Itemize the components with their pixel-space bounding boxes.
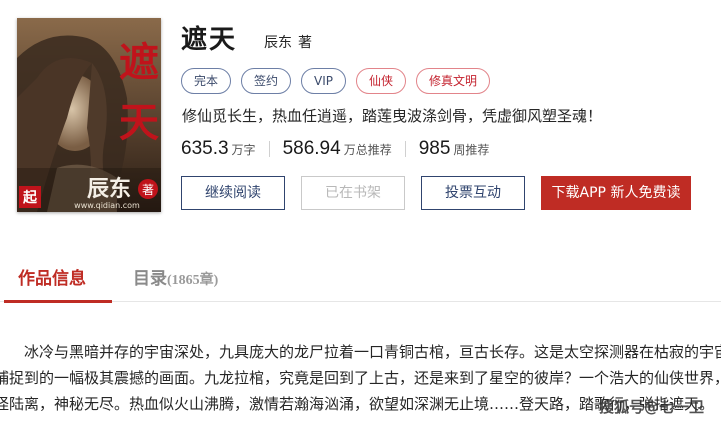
tag-vip: VIP <box>301 68 347 94</box>
description-line: 冰冷与黑暗并存的宇宙深处，九具庞大的龙尸拉着一口青铜古棺，亘古长存。这是太空探测… <box>0 343 721 361</box>
tab-bar: 作品信息 目录(1865章) <box>0 256 721 303</box>
cover-title-char-1: 遮 <box>119 39 159 86</box>
cover-author: 辰东 <box>87 176 131 202</box>
tab-work-info-label: 作品信息 <box>18 269 86 289</box>
stat-word-count-value: 635.3 <box>181 138 229 159</box>
book-cover-art: 遮 天 辰东 著 起 www.qidian.com <box>17 18 161 212</box>
stat-divider <box>404 141 406 157</box>
vote-interact-button[interactable]: 投票互动 <box>421 176 525 210</box>
stat-divider <box>268 141 270 157</box>
stat-word-count-unit: 万字 <box>231 143 256 157</box>
cover-title-char-2: 天 <box>119 99 159 146</box>
cover-mark: 著 <box>142 183 154 197</box>
in-bookshelf-button[interactable]: 已在书架 <box>301 176 405 210</box>
stat-total-recommend-unit: 万总推荐 <box>343 143 392 157</box>
tag-completed: 完本 <box>181 68 232 94</box>
cover-url: www.qidian.com <box>74 201 140 210</box>
tab-catalog-count: (1865章) <box>167 273 219 288</box>
tag-signed: 签约 <box>241 68 292 94</box>
watermark: 搜狐号@七一卫 <box>599 398 705 416</box>
stat-weekly-recommend-unit: 周推荐 <box>453 143 490 157</box>
author-name-link[interactable]: 辰东 <box>264 35 292 51</box>
stat-weekly-recommend: 985 周推荐 <box>419 136 490 162</box>
tab-work-info[interactable]: 作品信息 <box>4 268 112 303</box>
book-cover[interactable]: 遮 天 辰东 著 起 www.qidian.com <box>17 18 161 212</box>
download-app-button[interactable]: 下载APP 新人免费读 <box>541 176 691 210</box>
cover-badge-text: 起 <box>22 189 38 206</box>
action-buttons: 继续阅读 已在书架 投票互动 下载APP 新人免费读 <box>181 176 691 210</box>
tab-catalog[interactable]: 目录(1865章) <box>133 268 218 292</box>
description-line: 捕捉到的一幅极其震撼的画面。九龙拉棺，究竟是回到了上古，还是来到了星空的彼岸？一… <box>0 369 721 387</box>
author-suffix: 著 <box>298 35 312 51</box>
tab-catalog-label: 目录 <box>133 269 167 289</box>
author-info: 辰东著 <box>264 33 312 53</box>
tag-genre-xianxia[interactable]: 仙侠 <box>356 68 407 94</box>
continue-reading-button[interactable]: 继续阅读 <box>181 176 285 210</box>
book-stats: 635.3 万字 586.94 万总推荐 985 周推荐 <box>181 136 489 162</box>
active-tab-indicator <box>4 300 112 303</box>
tag-list: 完本 签约 VIP 仙侠 修真文明 <box>181 68 491 94</box>
tag-subgenre[interactable]: 修真文明 <box>416 68 491 94</box>
stat-weekly-recommend-value: 985 <box>418 138 451 159</box>
stat-total-recommend: 586.94 万总推荐 <box>283 136 392 162</box>
book-intro: 修仙觅长生，热血任逍遥，踏莲曳波涤剑骨，凭虚御风塑圣魂！ <box>182 107 603 125</box>
book-title: 遮天 <box>181 25 238 55</box>
stat-total-recommend-value: 586.94 <box>282 138 341 159</box>
stat-word-count: 635.3 万字 <box>181 136 256 162</box>
